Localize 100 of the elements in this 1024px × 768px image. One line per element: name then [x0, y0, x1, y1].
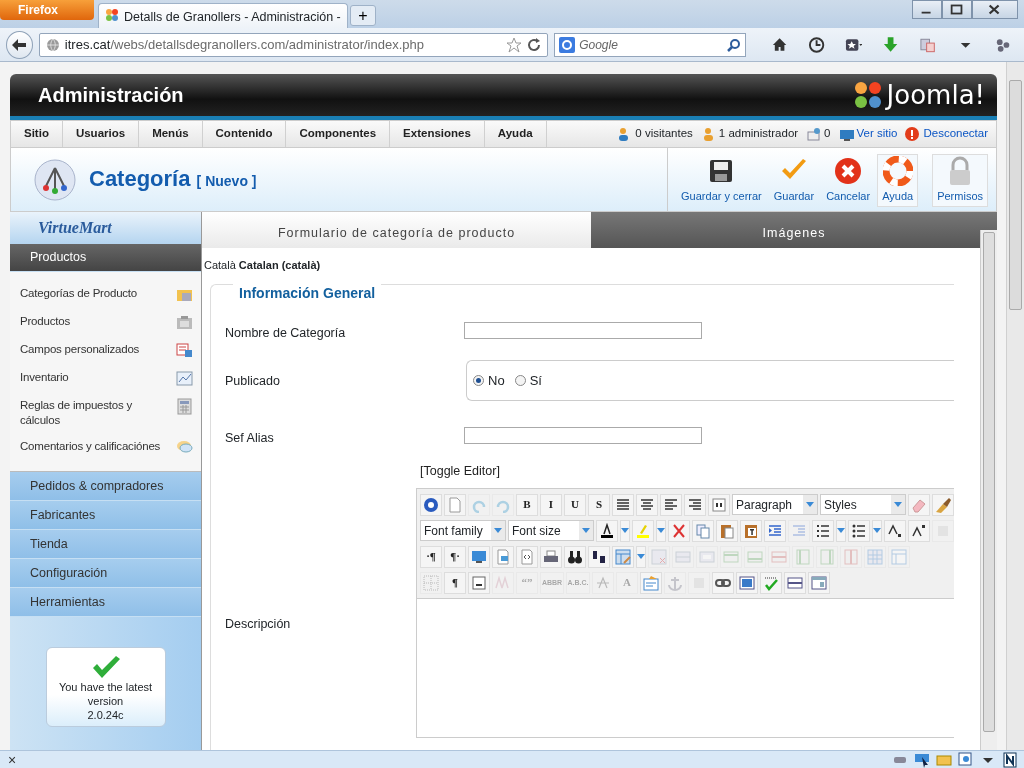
- status-text: 0: [824, 126, 831, 142]
- table-grid-icon: [867, 548, 883, 565]
- tab-title: Detalls de Granollers - Administración -: [124, 9, 341, 24]
- editor-tool-button[interactable]: [596, 519, 618, 542]
- sidebar-section[interactable]: Fabricantes: [10, 501, 201, 530]
- field-label: Nombre de Categoría: [225, 324, 347, 342]
- editor-tool-button[interactable]: [588, 545, 610, 568]
- address-field[interactable]: itres.cat/webs/detallsdegranollers.com/administrator/index.php: [38, 32, 549, 57]
- text-field[interactable]: [464, 427, 702, 445]
- zoom-icon[interactable]: [958, 751, 974, 768]
- back-button[interactable]: [6, 30, 33, 59]
- editor-tool-button[interactable]: U: [564, 493, 586, 516]
- editor-tool-button[interactable]: [848, 519, 870, 542]
- toolbar-button[interactable]: Cancelar: [821, 154, 876, 207]
- sidebar-section[interactable]: Pedidos & compradores: [10, 472, 201, 501]
- history-icon[interactable]: [807, 35, 825, 54]
- editor-tool-button[interactable]: [884, 519, 906, 542]
- dropdown-arrow-icon: [657, 528, 665, 534]
- field-label: Descripción: [225, 615, 292, 633]
- toolbar-button[interactable]: Ayuda: [877, 154, 919, 207]
- menu-item[interactable]: Componentes: [286, 121, 391, 147]
- content-scrollbar[interactable]: [980, 230, 997, 750]
- editor-tool-button[interactable]: [564, 545, 586, 568]
- editor-tool-button[interactable]: [468, 571, 490, 594]
- editor-tool-button[interactable]: [784, 571, 806, 594]
- editor-tool-button[interactable]: ¶: [444, 571, 466, 594]
- editor-tool-button[interactable]: [420, 493, 442, 516]
- editor-tool-button[interactable]: ·¶: [420, 545, 442, 568]
- sidebar-item[interactable]: Campos personalizados: [10, 342, 201, 359]
- sidebar-item[interactable]: Categorías de Producto: [10, 286, 201, 303]
- insert-column-icon: [795, 548, 811, 565]
- close-button[interactable]: ×: [8, 752, 17, 767]
- search-field[interactable]: Google: [554, 32, 746, 57]
- bullet-list-icon: [851, 522, 867, 539]
- home-icon[interactable]: [770, 35, 788, 54]
- menu-item[interactable]: Extensiones: [390, 121, 485, 147]
- highlighter-icon: [635, 522, 651, 539]
- browser-tab[interactable]: Detalls de Granollers - Administración -: [98, 3, 348, 28]
- dropdown-arrow-icon: [582, 528, 590, 534]
- editor-tool-button[interactable]: B: [516, 493, 538, 516]
- editor-tool-button[interactable]: ¶·: [444, 545, 466, 568]
- anchor-icon: [667, 574, 683, 591]
- align-right-icon: [687, 496, 703, 513]
- sidebar-item[interactable]: Productos: [10, 314, 201, 331]
- page-scrollbar[interactable]: [1006, 62, 1024, 750]
- sidebar-section[interactable]: Tienda: [10, 530, 201, 559]
- menu-item[interactable]: Sitio: [11, 121, 63, 147]
- form-tab[interactable]: Imágenes: [591, 212, 997, 248]
- menu-item[interactable]: Menús: [139, 121, 203, 147]
- status-link[interactable]: Desconectar: [923, 125, 988, 143]
- sidebar-item[interactable]: Comentarios y calificaciónes: [10, 439, 201, 456]
- delete-column-icon: [843, 548, 859, 565]
- editor-tool-button[interactable]: [708, 493, 730, 516]
- menu-item[interactable]: Ayuda: [484, 121, 547, 147]
- close-button[interactable]: [972, 0, 1018, 19]
- editor-tool-button[interactable]: [908, 519, 930, 542]
- version-message: You have the latest version: [57, 680, 154, 708]
- note-icon[interactable]: [1002, 751, 1018, 768]
- reload-icon[interactable]: [527, 37, 542, 52]
- numbered-list-icon: [815, 522, 831, 539]
- editor-dropdown[interactable]: Paragraph: [732, 494, 818, 516]
- sidebar-section[interactable]: Configuración: [10, 559, 201, 588]
- editor-tool-button[interactable]: S: [588, 493, 610, 516]
- new-tab-button[interactable]: +: [350, 5, 376, 26]
- download-icon[interactable]: [882, 35, 900, 54]
- radio-button[interactable]: [514, 375, 526, 387]
- category-icon: [33, 157, 77, 202]
- editor-dropdown[interactable]: Styles: [820, 494, 906, 516]
- toolbar-button[interactable]: Permisos: [932, 154, 988, 207]
- grid-icon: [423, 574, 439, 591]
- editor-dropdown[interactable]: Font family: [420, 520, 506, 542]
- code-icon: [519, 548, 535, 565]
- dropdown-button[interactable]: [656, 519, 666, 542]
- form-icon: [176, 342, 193, 359]
- sidebar-item[interactable]: Inventario: [10, 370, 201, 387]
- star-icon[interactable]: [506, 36, 523, 53]
- toolbar-button[interactable]: Guardar y cerrar: [676, 154, 767, 207]
- sidebar-section[interactable]: Productos: [10, 244, 201, 272]
- editor-tool-button[interactable]: I: [540, 493, 562, 516]
- editor-tool-button[interactable]: [812, 519, 834, 542]
- toggle-editor-link[interactable]: [Toggle Editor]: [416, 448, 954, 488]
- maximize-button[interactable]: [942, 0, 972, 19]
- editor-tool-button[interactable]: [712, 571, 734, 594]
- status-link[interactable]: Ver sitio: [856, 125, 898, 143]
- toolbar-button[interactable]: Guardar: [768, 154, 820, 207]
- url-text: itres.cat/webs/detallsdegranollers.com/administrator/index.php: [64, 35, 424, 54]
- table-row-icon: [675, 548, 691, 565]
- search-icon[interactable]: [726, 37, 741, 52]
- radio-button[interactable]: [473, 375, 484, 387]
- menu-item[interactable]: Contenido: [202, 121, 287, 147]
- text-field[interactable]: [464, 321, 702, 339]
- cursor-icon[interactable]: [914, 751, 930, 768]
- search-placeholder: Google: [579, 36, 619, 54]
- editor-dropdown[interactable]: Font size: [508, 520, 594, 542]
- menu-item[interactable]: Usuarios: [62, 121, 140, 147]
- editor-tool-button[interactable]: [468, 545, 490, 568]
- sidebar-section[interactable]: Herramientas: [10, 588, 201, 617]
- dropdown-button[interactable]: [636, 545, 646, 568]
- sidebar-item[interactable]: Reglas de impuestos y cálculos: [10, 398, 201, 428]
- monitor-icon: [471, 548, 487, 565]
